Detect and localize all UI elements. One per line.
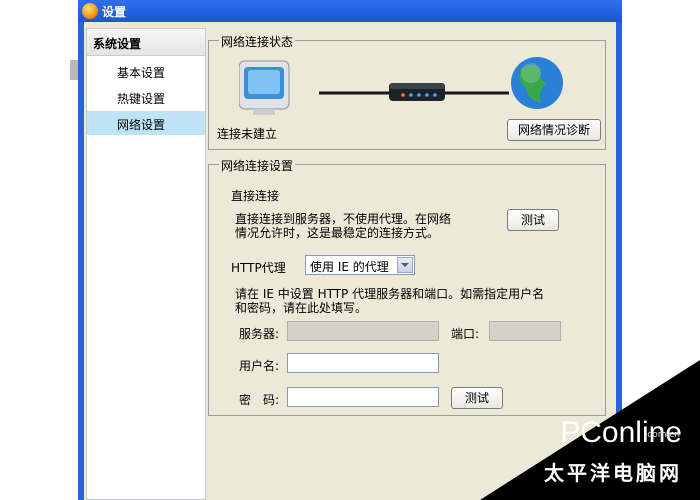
password-field[interactable] xyxy=(287,387,439,407)
port-label: 端口: xyxy=(451,327,480,341)
router-icon xyxy=(389,83,445,101)
proxy-hint-line2: 和密码，请在此处填写。 xyxy=(235,301,368,315)
background-fragment xyxy=(70,60,78,80)
server-field[interactable] xyxy=(287,321,439,341)
nav-item-label: 网络设置 xyxy=(117,118,166,132)
connection-status-text: 连接未建立 xyxy=(217,127,278,141)
network-status-group: 网络连接状态 连接未建立 网络情况诊断 xyxy=(208,33,606,150)
group-title: 网络连接设置 xyxy=(219,157,296,174)
direct-connection-desc-line2: 情况允许时，这是最稳定的连接方式。 xyxy=(235,226,440,240)
password-label: 密 码: xyxy=(239,393,280,407)
watermark-domain: .com.cn xyxy=(644,430,680,440)
app-icon xyxy=(82,3,98,19)
nav-item-network[interactable]: 网络设置 xyxy=(87,111,205,135)
globe-icon xyxy=(511,57,563,109)
direct-test-button[interactable]: 测试 xyxy=(507,209,559,231)
settings-nav: 系统设置 基本设置 热键设置 网络设置 xyxy=(86,28,206,500)
chevron-down-icon[interactable] xyxy=(397,257,413,273)
background-strip xyxy=(0,0,78,500)
port-field[interactable] xyxy=(489,321,561,341)
nav-header: 系统设置 xyxy=(87,29,205,56)
http-proxy-label: HTTP代理 xyxy=(231,261,286,275)
username-label: 用户名: xyxy=(239,359,280,373)
nav-item-hotkey[interactable]: 热键设置 xyxy=(87,85,205,109)
proxy-mode-select[interactable]: 使用 IE 的代理 xyxy=(305,255,415,275)
connection-diagram xyxy=(239,57,563,115)
username-field[interactable] xyxy=(287,353,439,373)
server-label: 服务器: xyxy=(239,327,280,341)
proxy-mode-value: 使用 IE 的代理 xyxy=(310,260,389,274)
title-bar[interactable]: 设置 xyxy=(78,0,622,22)
nav-item-label: 热键设置 xyxy=(117,92,166,106)
nav-header-label: 系统设置 xyxy=(93,37,142,51)
computer-icon xyxy=(239,60,290,115)
nav-item-label: 基本设置 xyxy=(117,66,166,80)
network-diagnose-button[interactable]: 网络情况诊断 xyxy=(507,119,601,141)
window-title: 设置 xyxy=(102,5,127,19)
direct-connection-heading: 直接连接 xyxy=(231,189,280,203)
nav-item-basic[interactable]: 基本设置 xyxy=(87,59,205,83)
watermark-chinese: 太平洋电脑网 xyxy=(544,461,682,485)
